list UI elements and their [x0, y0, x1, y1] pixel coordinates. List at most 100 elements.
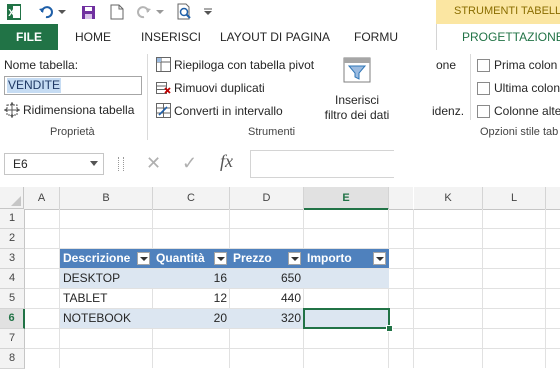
filter-dropdown-icon[interactable] — [214, 252, 227, 265]
redo-dropdown-icon[interactable] — [155, 2, 165, 22]
table-name-input[interactable]: VENDITE — [4, 76, 142, 95]
svg-text:X: X — [8, 8, 15, 19]
filter-dropdown-icon[interactable] — [137, 252, 150, 265]
group-separator — [147, 54, 148, 140]
new-doc-icon[interactable] — [107, 2, 127, 22]
row-header-6[interactable]: 6 — [0, 309, 25, 329]
formula-buttons: ✕ ✓ fx — [138, 150, 248, 178]
table-cell[interactable]: NOTEBOOK — [60, 309, 153, 328]
table-cell[interactable]: 20 — [153, 309, 230, 328]
remove-duplicates-button[interactable]: Rimuovi duplicati — [156, 79, 265, 96]
formula-bar: E6 ✕ ✓ fx — [0, 142, 560, 187]
table-cell[interactable]: 440 — [230, 289, 304, 308]
group-label-properties: Proprietà — [50, 126, 95, 138]
filter-dropdown-icon[interactable] — [373, 252, 386, 265]
convert-range-button[interactable]: Converti in intervallo — [156, 102, 283, 119]
contextual-tab-header: STRUMENTI TABELLA — [436, 0, 560, 24]
row-header-5[interactable]: 5 — [0, 289, 25, 309]
header-row-option-fragment: one — [436, 58, 457, 72]
row-header-3[interactable]: 3 — [0, 249, 25, 269]
column-header-e[interactable]: E — [304, 187, 389, 210]
table-name-value: VENDITE — [7, 78, 62, 93]
table-name-label: Nome tabella: — [4, 58, 79, 72]
fill-handle[interactable] — [386, 325, 393, 332]
tab-file[interactable]: FILE — [0, 24, 58, 50]
pivot-summary-button[interactable]: Riepiloga con tabella pivot — [156, 56, 314, 73]
name-box[interactable]: E6 — [4, 153, 104, 175]
last-column-checkbox[interactable] — [477, 82, 490, 95]
column-header-d[interactable]: D — [230, 187, 304, 210]
slicer-label-line1: Inserisci — [334, 93, 379, 107]
resize-table-label: Ridimensiona tabella — [23, 103, 135, 117]
select-all-corner[interactable] — [0, 187, 24, 209]
table-header-quantita-label: Quantità — [156, 251, 205, 265]
table-cell[interactable]: 320 — [230, 309, 304, 328]
filter-dropdown-icon[interactable] — [288, 252, 301, 265]
tab-design-label: PROGETTAZIONE — [462, 30, 560, 44]
worksheet-grid[interactable]: A B C D E K L 1 2 3 4 5 6 7 8 Descrizion… — [0, 187, 560, 369]
column-header-l[interactable]: L — [483, 187, 546, 210]
tab-page-layout[interactable]: LAYOUT DI PAGINA — [220, 24, 330, 50]
remove-duplicates-icon — [156, 82, 171, 94]
convert-range-label: Converti in intervallo — [174, 103, 283, 118]
insert-function-icon[interactable]: fx — [220, 151, 233, 172]
name-box-dropdown-icon[interactable] — [90, 161, 98, 167]
active-cell-selection[interactable] — [303, 308, 390, 329]
banded-columns-label: Colonne alte — [494, 104, 560, 118]
tab-insert[interactable]: INSERISCI — [141, 24, 201, 50]
resize-table-icon — [4, 102, 20, 118]
formula-input[interactable] — [250, 150, 394, 178]
table-cell[interactable] — [304, 269, 389, 288]
table-header-prezzo-label: Prezzo — [233, 251, 272, 265]
formula-bar-splitter[interactable] — [118, 157, 124, 171]
print-preview-icon[interactable] — [174, 2, 196, 22]
save-icon[interactable] — [78, 2, 98, 22]
table-cell[interactable]: 12 — [153, 289, 230, 308]
row-header-7[interactable]: 7 — [0, 329, 25, 349]
tab-design[interactable]: PROGETTAZIONE — [436, 24, 560, 51]
table-cell[interactable] — [304, 289, 389, 308]
tab-home[interactable]: HOME — [75, 24, 111, 50]
pivot-table-icon — [156, 57, 171, 72]
ribbon: Nome tabella: VENDITE Ridimensiona tabel… — [0, 50, 560, 143]
remove-duplicates-label: Rimuovi duplicati — [174, 80, 265, 95]
name-box-value: E6 — [13, 157, 28, 171]
first-column-checkbox[interactable] — [477, 59, 490, 72]
redo-icon[interactable] — [134, 2, 154, 22]
group-label-style-options: Opzioni stile tab — [480, 126, 559, 138]
banded-rows-option-fragment: idenz. — [432, 104, 465, 118]
table-cell[interactable]: 16 — [153, 269, 230, 288]
customize-qat-icon[interactable] — [202, 2, 214, 22]
column-header-next — [546, 187, 560, 210]
table-cell[interactable]: DESKTOP — [60, 269, 153, 288]
table-cell[interactable]: 650 — [230, 269, 304, 288]
undo-icon[interactable] — [36, 2, 56, 22]
column-header-a[interactable]: A — [24, 187, 60, 210]
first-column-label: Prima colon — [494, 58, 558, 72]
pivot-summary-label: Riepiloga con tabella pivot — [174, 57, 315, 72]
table-header-descrizione-label: Descrizione — [63, 251, 131, 265]
last-column-label: Ultima colon — [494, 81, 560, 95]
row-header-1[interactable]: 1 — [0, 209, 25, 229]
row-header-4[interactable]: 4 — [0, 269, 25, 289]
table-cell[interactable]: TABLET — [60, 289, 153, 308]
column-header-b[interactable]: B — [60, 187, 153, 210]
resize-table-button[interactable]: Ridimensiona tabella — [4, 102, 134, 118]
insert-slicer-button[interactable]: Inserisci filtro dei dati — [318, 54, 396, 124]
convert-range-icon — [156, 103, 171, 118]
enter-icon[interactable]: ✓ — [182, 153, 197, 174]
undo-dropdown-icon[interactable] — [57, 2, 67, 22]
contextual-header-label: STRUMENTI TABELLA — [454, 5, 560, 17]
excel-icon: X — [4, 2, 24, 22]
group-label-tools: Strumenti — [248, 126, 296, 138]
slicer-icon — [343, 57, 371, 83]
row-header-2[interactable]: 2 — [0, 229, 25, 249]
row-header-8[interactable]: 8 — [0, 349, 25, 369]
banded-columns-checkbox[interactable] — [477, 105, 490, 118]
column-header-hidden — [389, 187, 413, 210]
column-header-k[interactable]: K — [414, 187, 483, 210]
column-header-c[interactable]: C — [153, 187, 230, 210]
group-separator — [470, 54, 471, 120]
cancel-icon[interactable]: ✕ — [146, 153, 161, 174]
tab-formulas[interactable]: FORMU — [354, 24, 398, 50]
